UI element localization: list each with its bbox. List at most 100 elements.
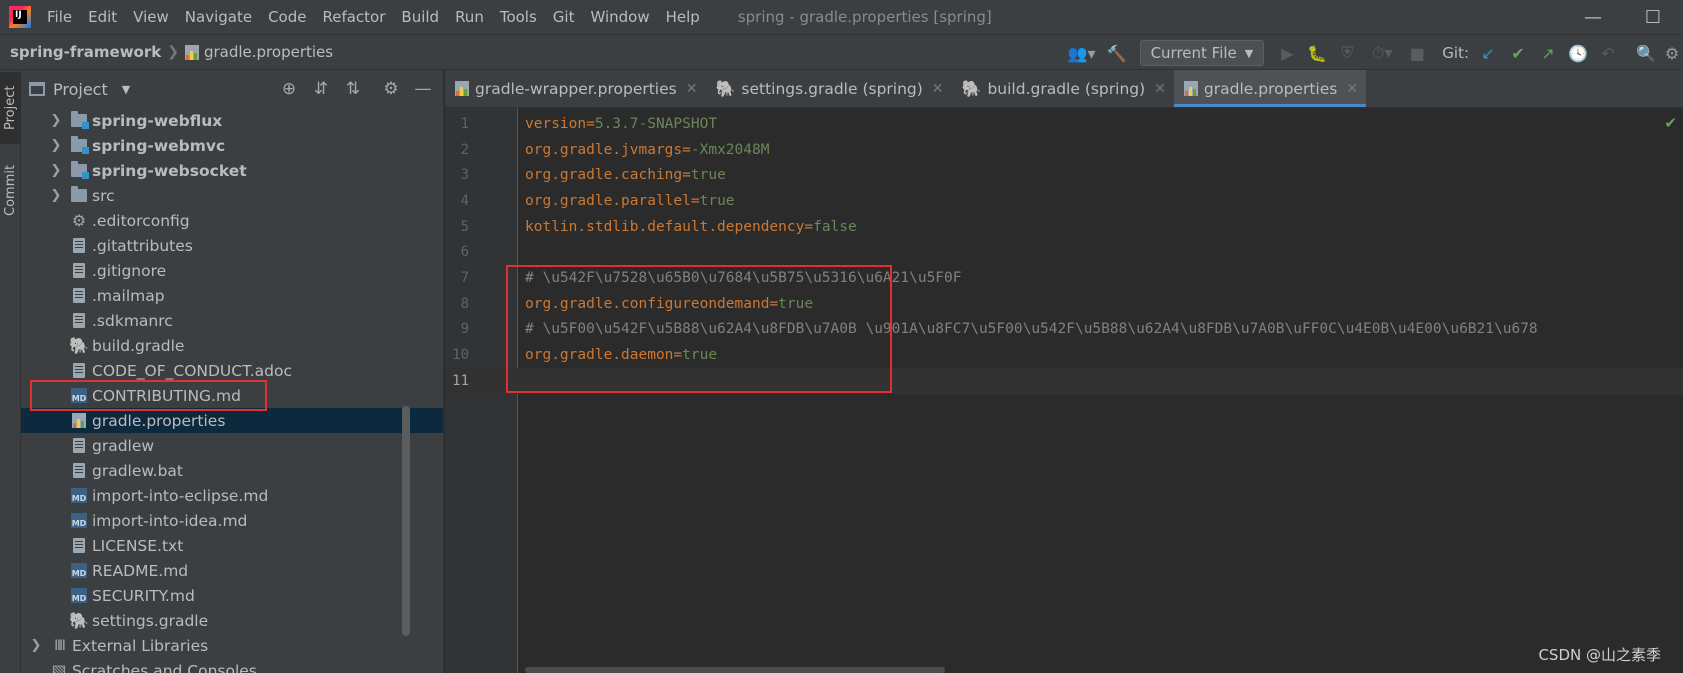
editor-horizontal-scrollbar[interactable]	[525, 667, 945, 673]
project-view-selector[interactable]: Project ▼	[29, 80, 130, 99]
main-toolbar: 👥▾ 🔨 Current File ▼ ▶ 🐛 ⛨ ⏱▾ ■ Git: ↙ ✔ …	[1062, 35, 1683, 71]
property-value: true	[699, 192, 735, 209]
menu-file[interactable]: File	[47, 8, 72, 26]
tree-item-label: README.md	[92, 561, 189, 580]
tree-item-label: gradlew	[92, 436, 155, 455]
build-hammer-icon[interactable]: 🔨	[1102, 38, 1132, 68]
left-tool-strip: Project Commit	[0, 70, 21, 673]
line-number: 2	[460, 141, 469, 158]
hide-panel-icon[interactable]: —	[407, 79, 439, 99]
tree-item[interactable]: gradlew	[21, 433, 443, 458]
menu-refactor[interactable]: Refactor	[322, 8, 385, 26]
tree-item-label: gradle.properties	[92, 411, 226, 430]
tree-item[interactable]: .gitignore	[21, 258, 443, 283]
profile-icon[interactable]: ⏱▾	[1362, 38, 1402, 68]
intellij-logo-icon[interactable]: IJ	[9, 6, 31, 28]
close-icon[interactable]: ✕	[1346, 81, 1358, 97]
code-line: 4 org.gradle.parallel=true	[445, 188, 1683, 214]
close-icon[interactable]: ✕	[932, 81, 944, 97]
tree-item[interactable]: MD import-into-idea.md	[21, 508, 443, 533]
menu-run[interactable]: Run	[455, 8, 484, 26]
user-icon[interactable]: 👥▾	[1062, 38, 1102, 68]
minimize-icon[interactable]: —	[1563, 0, 1623, 34]
menu-git[interactable]: Git	[553, 8, 575, 26]
chevron-right-icon[interactable]: ❯	[49, 113, 63, 128]
line-number: 8	[460, 295, 469, 312]
highlight-box-selected-file	[30, 380, 267, 411]
options-gear-icon[interactable]: ⚙	[375, 79, 407, 99]
expand-all-icon[interactable]: ⇵	[305, 79, 337, 99]
git-push-icon[interactable]: ↗	[1533, 38, 1563, 68]
collapse-all-icon[interactable]: ⇅	[337, 79, 369, 99]
tree-item[interactable]: ❯ spring-webmvc	[21, 133, 443, 158]
close-icon[interactable]: ✕	[686, 81, 698, 97]
code-line: 5 kotlin.stdlib.default.dependency=false	[445, 214, 1683, 240]
project-window-icon	[29, 82, 45, 96]
run-icon[interactable]: ▶	[1272, 38, 1302, 68]
chevron-right-icon[interactable]: ❯	[29, 638, 43, 653]
editor-tab[interactable]: 🐘 settings.gradle (spring) ✕	[705, 70, 951, 107]
menu-build[interactable]: Build	[401, 8, 439, 26]
tree-item[interactable]: ⚙ .editorconfig	[21, 208, 443, 233]
menu-view[interactable]: View	[133, 8, 169, 26]
menu-navigate[interactable]: Navigate	[185, 8, 252, 26]
tree-item[interactable]: ❯ spring-webflux	[21, 108, 443, 133]
menu-code[interactable]: Code	[268, 8, 306, 26]
tree-item[interactable]: .sdkmanrc	[21, 308, 443, 333]
rollback-icon[interactable]: ↶	[1593, 38, 1623, 68]
editor-tab-label: build.gradle (spring)	[987, 79, 1146, 98]
tree-item[interactable]: .mailmap	[21, 283, 443, 308]
menu-edit[interactable]: Edit	[88, 8, 117, 26]
maximize-icon[interactable]: ☐	[1623, 0, 1683, 34]
tool-tab-project[interactable]: Project	[0, 72, 21, 144]
menu-help[interactable]: Help	[666, 8, 700, 26]
tree-item-icon-wrap	[71, 538, 87, 554]
run-config-select[interactable]: Current File ▼	[1139, 40, 1265, 66]
menu-window[interactable]: Window	[590, 8, 649, 26]
editor-tab[interactable]: gradle-wrapper.properties ✕	[445, 70, 705, 107]
tree-item[interactable]: 🐘 settings.gradle	[21, 608, 443, 633]
breadcrumb-file[interactable]: gradle.properties	[184, 43, 333, 61]
text-file-icon	[73, 363, 85, 378]
debug-icon[interactable]: 🐛	[1302, 38, 1332, 68]
locate-icon[interactable]: ⊕	[273, 79, 305, 99]
markdown-file-icon: MD	[71, 488, 87, 503]
text-file-icon	[73, 463, 85, 478]
tree-item[interactable]: ▧ Scratches and Consoles	[21, 658, 443, 673]
coverage-icon[interactable]: ⛨	[1332, 38, 1362, 68]
tree-item[interactable]: .gitattributes	[21, 233, 443, 258]
editor-tab[interactable]: gradle.properties ✕	[1173, 70, 1367, 107]
equals-sign: =	[690, 192, 700, 209]
tree-item[interactable]: MD import-into-eclipse.md	[21, 483, 443, 508]
settings-gear-icon[interactable]: ⚙	[1661, 38, 1683, 68]
tree-item[interactable]: ❯ ⅡⅡ External Libraries	[21, 633, 443, 658]
tree-item-icon-wrap: ⚙	[71, 211, 87, 230]
tree-item-icon-wrap	[71, 111, 89, 129]
editor-tab[interactable]: 🐘 build.gradle (spring) ✕	[952, 70, 1174, 107]
tree-item[interactable]: ❯ src	[21, 183, 443, 208]
tree-item[interactable]: gradlew.bat	[21, 458, 443, 483]
tree-item[interactable]: MD SECURITY.md	[21, 583, 443, 608]
tree-item[interactable]: LICENSE.txt	[21, 533, 443, 558]
breadcrumb-project[interactable]: spring-framework	[10, 43, 161, 61]
history-icon[interactable]: 🕓	[1563, 38, 1593, 68]
tree-item[interactable]: 🐘 build.gradle	[21, 333, 443, 358]
tool-tab-commit[interactable]: Commit	[0, 154, 21, 226]
project-tree-scrollbar[interactable]	[402, 406, 410, 636]
chevron-right-icon[interactable]: ❯	[49, 138, 63, 153]
tree-item[interactable]: ❯ spring-websocket	[21, 158, 443, 183]
git-commit-icon[interactable]: ✔	[1503, 38, 1533, 68]
chevron-right-icon[interactable]: ❯	[49, 163, 63, 178]
code-text: kotlin.stdlib.default.dependency=false	[525, 219, 857, 235]
git-update-icon[interactable]: ↙	[1473, 38, 1503, 68]
tree-item-icon-wrap	[71, 136, 89, 154]
search-icon[interactable]: 🔍	[1631, 38, 1661, 68]
tree-item-label: src	[92, 186, 115, 205]
tree-item[interactable]: gradle.properties	[21, 408, 443, 433]
property-key: kotlin.stdlib.default.dependency	[525, 218, 805, 235]
stop-icon[interactable]: ■	[1402, 38, 1432, 68]
chevron-right-icon[interactable]: ❯	[49, 188, 63, 203]
close-icon[interactable]: ✕	[1154, 81, 1166, 97]
tree-item[interactable]: MD README.md	[21, 558, 443, 583]
menu-tools[interactable]: Tools	[500, 8, 537, 26]
